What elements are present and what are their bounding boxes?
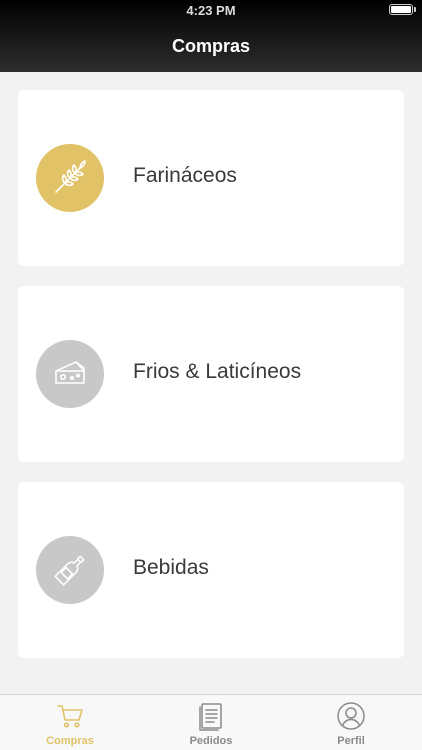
category-icon-circle — [36, 536, 104, 604]
tab-label: Compras — [46, 735, 94, 747]
category-icon-circle — [36, 340, 104, 408]
document-icon — [199, 703, 222, 731]
category-label: Bebidas — [133, 556, 209, 579]
tab-compras[interactable]: Compras — [0, 695, 140, 750]
cheese-icon — [55, 361, 85, 384]
bottle-icon — [54, 555, 85, 586]
category-icon-circle — [36, 144, 104, 212]
status-time: 4:23 PM — [186, 3, 236, 18]
tab-bar: Compras Pedidos Perfil — [0, 694, 422, 750]
battery-cap — [414, 7, 416, 12]
category-card-frios-laticineos[interactable]: Frios & Laticíneos — [18, 286, 404, 462]
header: 4:23 PM Compras — [0, 0, 422, 72]
category-card-farinaceos[interactable]: Farináceos — [18, 90, 404, 266]
tab-perfil[interactable]: Perfil — [281, 695, 421, 750]
cart-icon — [57, 705, 83, 728]
wheat-icon — [55, 160, 86, 193]
battery-level — [391, 6, 411, 13]
tab-label: Pedidos — [189, 735, 233, 747]
battery-icon — [389, 4, 413, 15]
tab-pedidos[interactable]: Pedidos — [141, 695, 281, 750]
user-icon — [337, 702, 365, 730]
category-label: Farináceos — [133, 164, 237, 187]
page-title: Compras — [171, 36, 251, 56]
category-card-bebidas[interactable]: Bebidas — [18, 482, 404, 658]
status-bar: 4:23 PM — [0, 0, 422, 22]
tab-label: Perfil — [337, 735, 365, 747]
category-label: Frios & Laticíneos — [133, 360, 302, 383]
